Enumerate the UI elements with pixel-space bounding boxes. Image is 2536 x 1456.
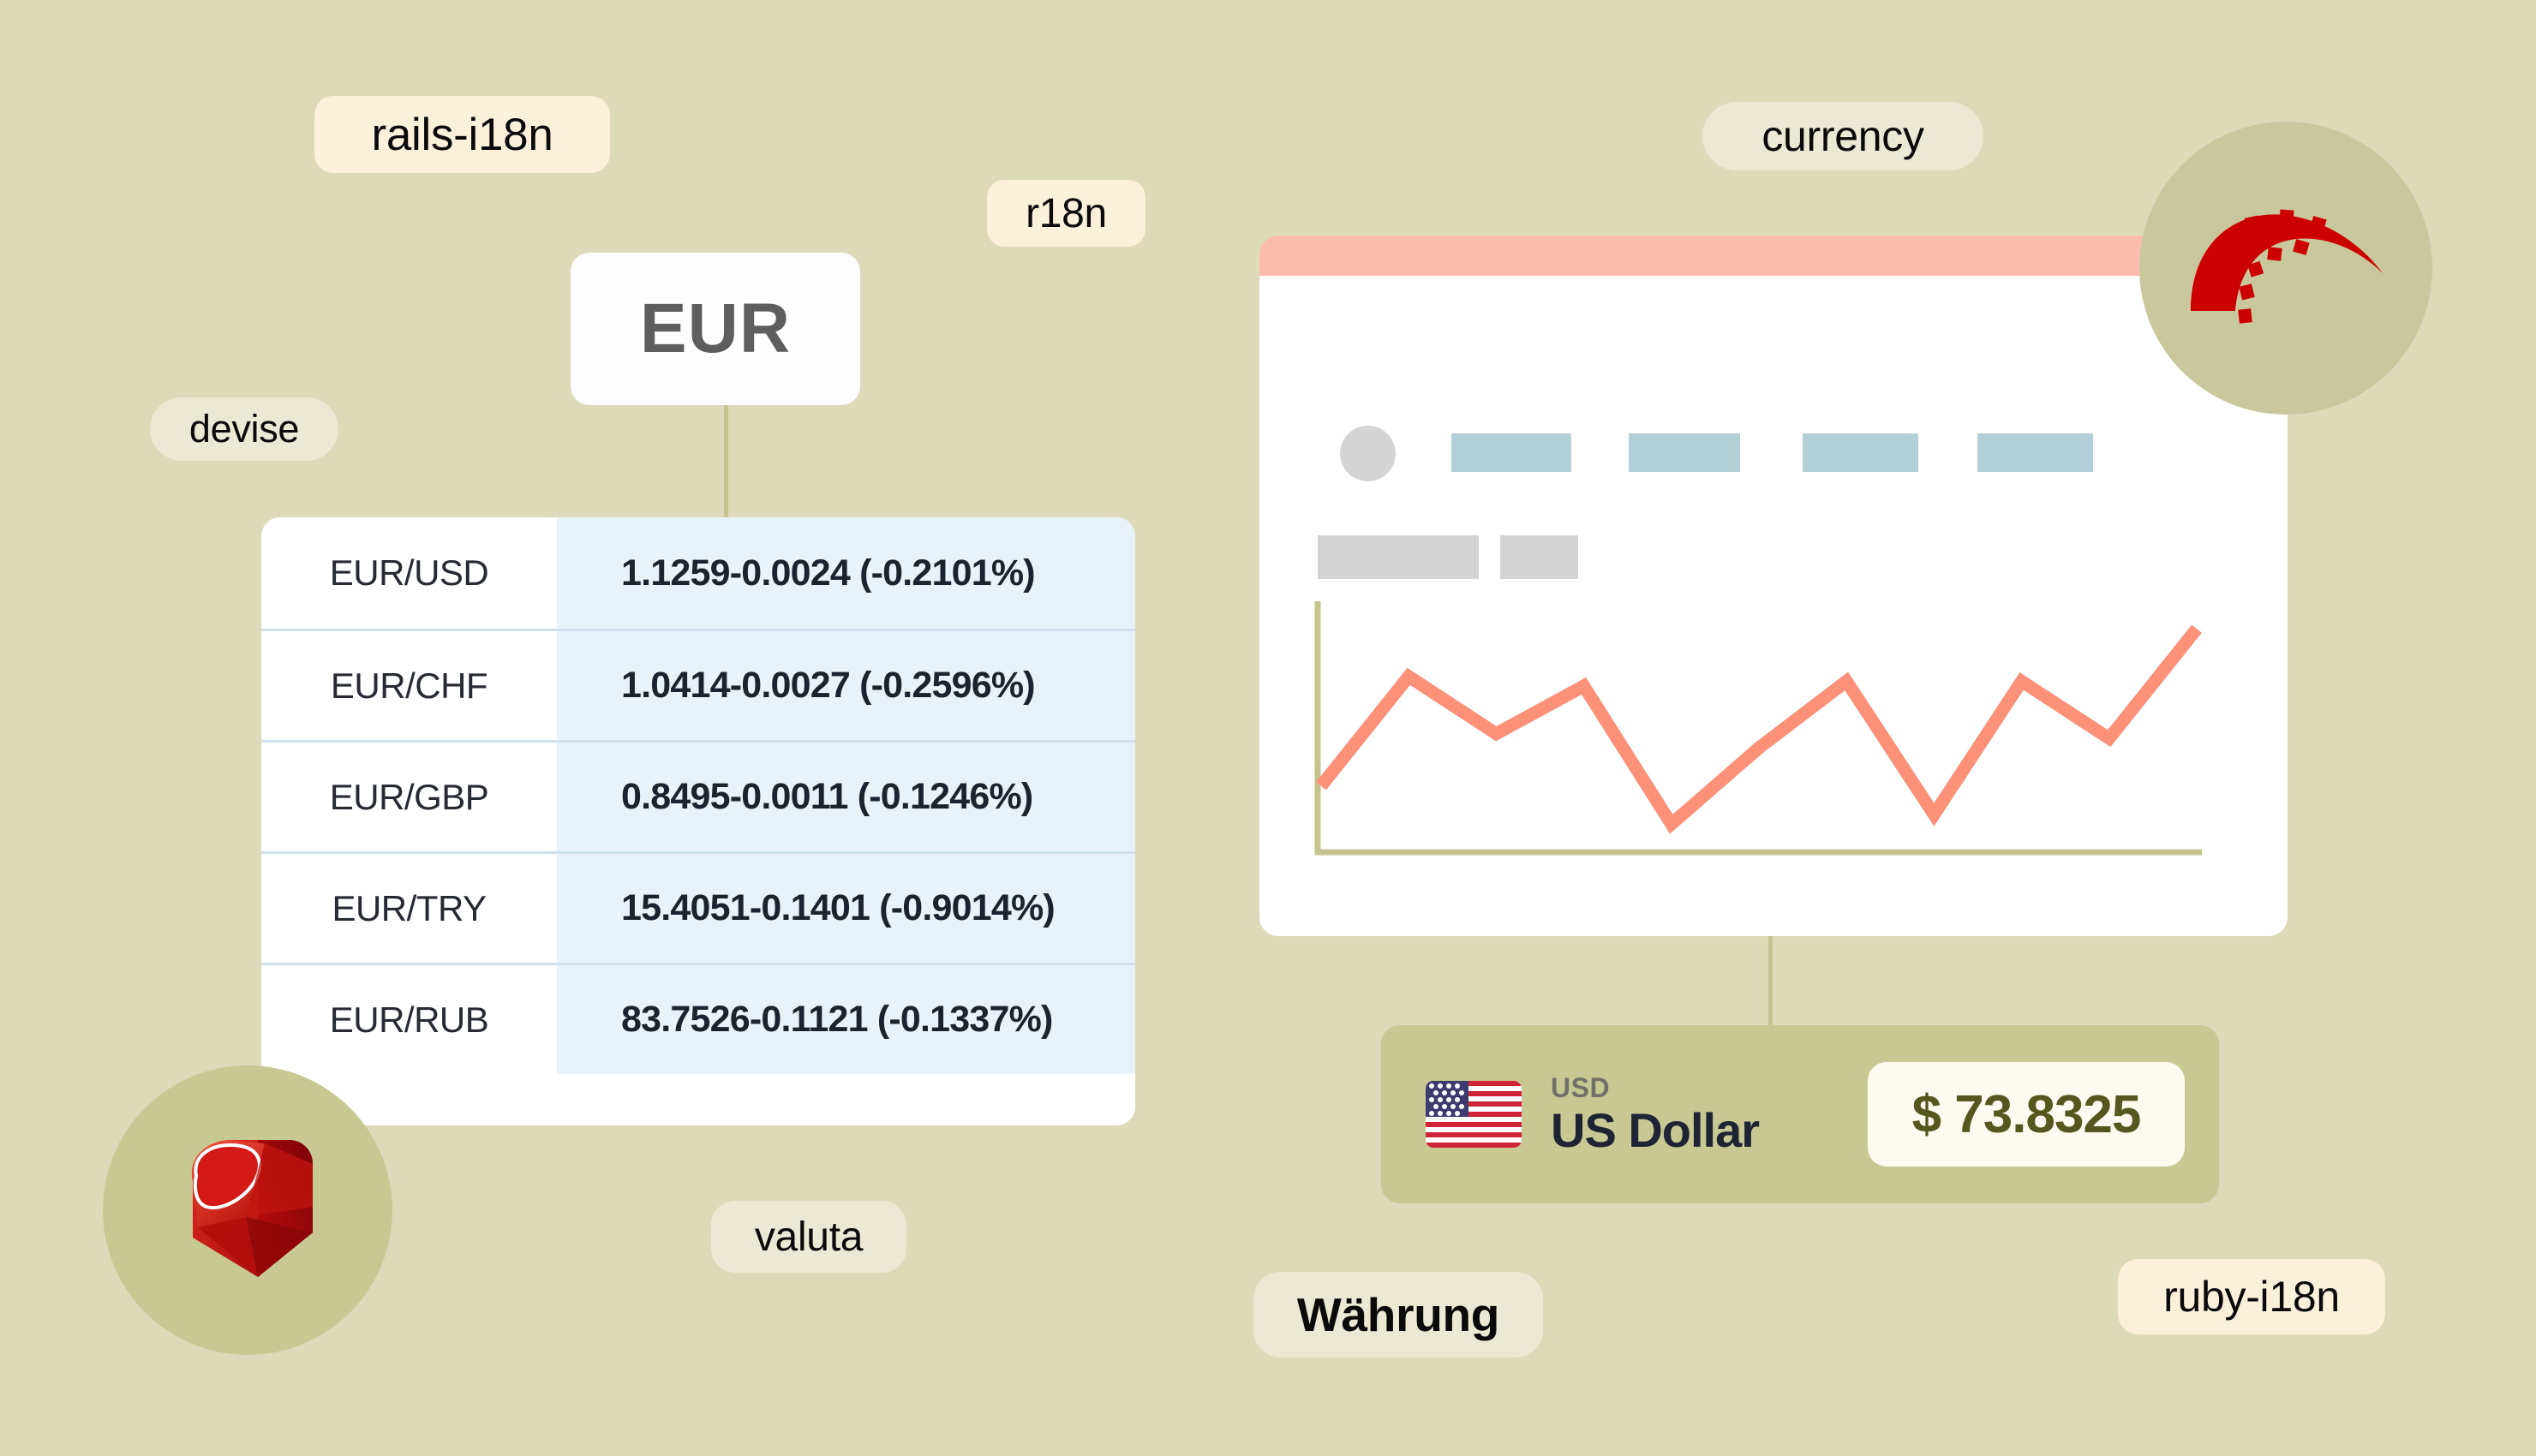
infographic-canvas: rails-i18n r18n devise valuta currency W… — [0, 0, 2536, 1456]
rate-pair-label: EUR/GBP — [261, 743, 557, 851]
table-row[interactable]: EUR/GBP 0.8495-0.0011 (-0.1246%) — [261, 740, 1135, 851]
table-row[interactable]: EUR/USD 1.1259-0.0024 (-0.2101%) — [261, 517, 1135, 629]
rate-quote-value: 1.0414-0.0027 (-0.2596%) — [557, 631, 1135, 740]
text-placeholder-block — [1500, 535, 1578, 579]
currency-labels: USD US Dollar — [1551, 1072, 1760, 1157]
exchange-rates-table: EUR/USD 1.1259-0.0024 (-0.2101%) EUR/CHF… — [261, 517, 1135, 1125]
ruby-gem-logo-badge — [103, 1065, 392, 1355]
rate-pair-label: EUR/USD — [261, 517, 557, 629]
browser-titlebar — [1259, 236, 2288, 276]
chart-series-line — [1316, 624, 2202, 834]
eur-to-table-connector — [724, 405, 728, 521]
tag-pill-currency[interactable]: currency — [1702, 102, 1983, 170]
tag-pill-devise[interactable]: devise — [150, 397, 338, 461]
tag-pill-r18n[interactable]: r18n — [987, 180, 1145, 247]
rate-pair-label: EUR/CHF — [261, 631, 557, 740]
table-row[interactable]: EUR/CHF 1.0414-0.0027 (-0.2596%) — [261, 629, 1135, 740]
nav-placeholder-block — [1977, 433, 2093, 472]
rate-pair-label: EUR/RUB — [261, 965, 557, 1074]
nav-placeholder-block — [1803, 433, 1918, 472]
rails-logo-icon — [2191, 209, 2383, 324]
browser-to-card-connector — [1768, 936, 1773, 1030]
base-currency-card[interactable]: EUR — [571, 253, 860, 405]
currency-name: US Dollar — [1551, 1103, 1760, 1157]
currency-code: USD — [1551, 1072, 1611, 1103]
rails-logo-badge — [2139, 122, 2432, 415]
rate-quote-value: 0.8495-0.0011 (-0.1246%) — [557, 743, 1135, 851]
browser-window-mock — [1259, 236, 2288, 936]
text-placeholder-block — [1318, 535, 1479, 579]
table-row[interactable]: EUR/TRY 15.4051-0.1401 (-0.9014%) — [261, 851, 1135, 963]
rate-quote-value: 1.1259-0.0024 (-0.2101%) — [557, 517, 1135, 629]
us-flag-icon — [1426, 1081, 1522, 1148]
ruby-gem-icon — [191, 1140, 313, 1277]
rate-pair-label: EUR/TRY — [261, 854, 557, 963]
browser-content-area — [1259, 276, 2288, 936]
tag-pill-ruby-i18n[interactable]: ruby-i18n — [2118, 1259, 2385, 1334]
base-currency-code: EUR — [639, 289, 792, 367]
tag-pill-valuta[interactable]: valuta — [711, 1201, 906, 1273]
currency-rate-card[interactable]: USD US Dollar $ 73.8325 — [1381, 1025, 2219, 1203]
table-row[interactable]: EUR/RUB 83.7526-0.1121 (-0.1337%) — [261, 963, 1135, 1074]
nav-placeholder-block — [1451, 433, 1571, 472]
rate-quote-value: 15.4051-0.1401 (-0.9014%) — [557, 854, 1135, 963]
tag-pill-wahrung[interactable]: Währung — [1253, 1272, 1543, 1358]
avatar — [1340, 426, 1396, 481]
tag-pill-rails-i18n[interactable]: rails-i18n — [314, 96, 610, 173]
currency-value-badge: $ 73.8325 — [1868, 1062, 2185, 1167]
rate-line-chart — [1314, 601, 2202, 856]
rate-quote-value: 83.7526-0.1121 (-0.1337%) — [557, 965, 1135, 1074]
nav-placeholder-block — [1629, 433, 1740, 472]
